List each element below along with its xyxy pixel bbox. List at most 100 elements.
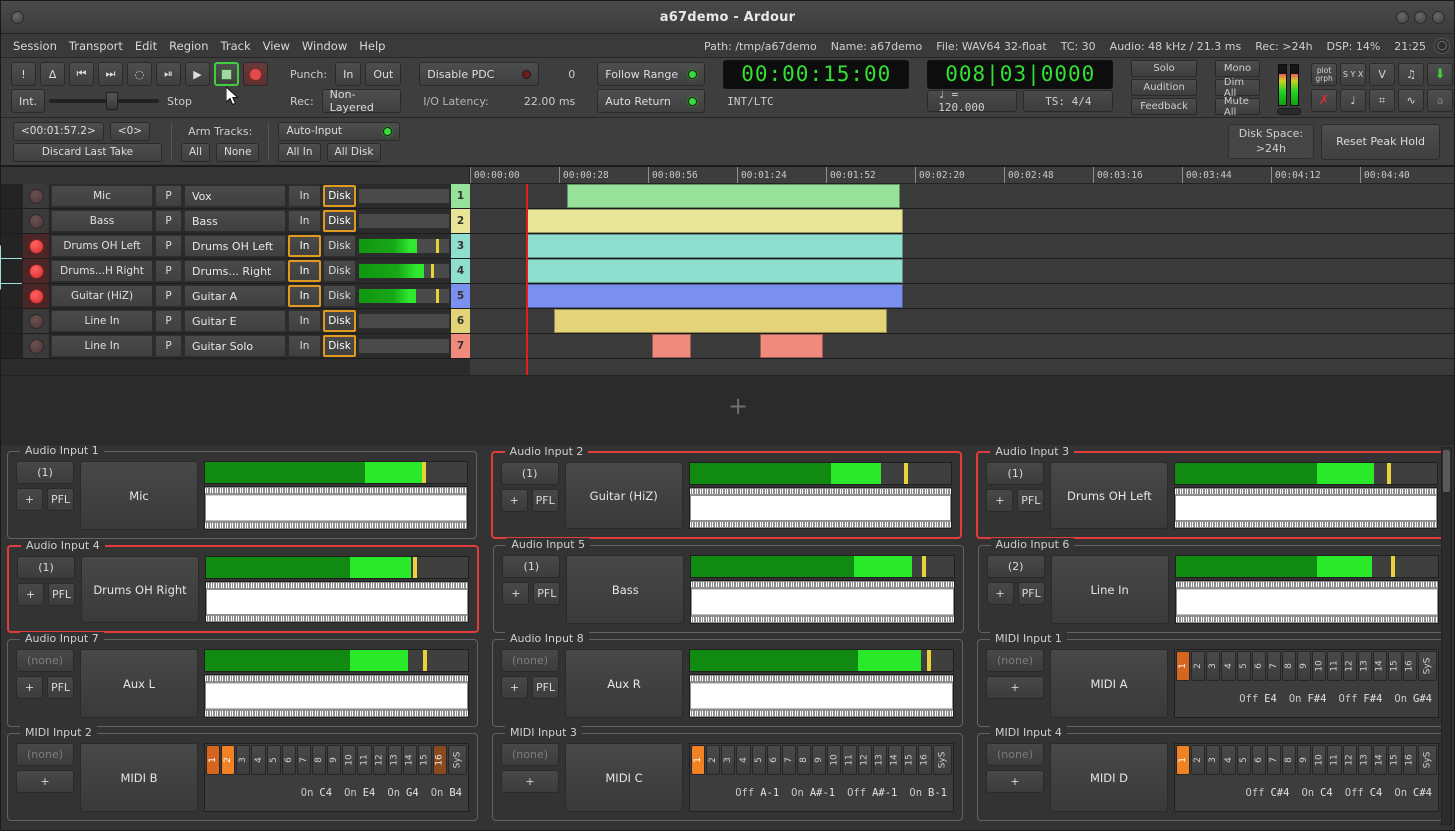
inputs-scrollbar[interactable] xyxy=(1441,447,1452,825)
track-input-button[interactable]: Guitar (HiZ) xyxy=(51,285,153,307)
track-name-label[interactable]: Vox xyxy=(184,185,286,207)
midi-channel-button[interactable]: 2 xyxy=(1191,651,1205,681)
go-to-end-button[interactable]: ⏭ xyxy=(98,62,123,86)
track-playlist-button[interactable]: P xyxy=(155,235,182,257)
midi-channel-button[interactable]: 7 xyxy=(1267,651,1281,681)
go-to-start-button[interactable]: ⏮ xyxy=(69,62,94,86)
menu-view[interactable]: View xyxy=(257,37,296,55)
track-input-button[interactable]: Drums...H Right xyxy=(51,260,153,282)
audio-input-add-button[interactable]: + xyxy=(16,488,43,511)
discard-last-take-button[interactable]: Discard Last Take xyxy=(13,143,162,162)
midi-channel-button[interactable]: 13 xyxy=(873,745,887,775)
track-name-label[interactable]: Guitar A xyxy=(184,285,286,307)
tempo-button[interactable]: ♩ = 120.000 xyxy=(927,90,1017,112)
midi-channel-button[interactable]: 9 xyxy=(1297,745,1311,775)
midi-channel-button[interactable]: SyS xyxy=(1418,651,1437,681)
midi-channel-button[interactable]: 11 xyxy=(842,745,856,775)
midi-input-channel-button[interactable]: (none) xyxy=(986,743,1044,766)
timecode-ruler[interactable]: 00:00:0000:00:2800:00:5600:01:2400:01:52… xyxy=(470,167,1454,184)
audio-input-add-button[interactable]: + xyxy=(987,582,1014,605)
midi-channel-button[interactable]: 3 xyxy=(1206,651,1220,681)
track-canvas-row[interactable] xyxy=(470,234,1454,259)
midi-channel-button[interactable]: 13 xyxy=(388,745,402,775)
midi-channel-button[interactable]: 11 xyxy=(357,745,371,775)
track-group-tab[interactable] xyxy=(1,309,23,333)
close-button[interactable] xyxy=(1432,11,1445,24)
midi-channel-button[interactable]: 10 xyxy=(1312,745,1326,775)
midi-channel-button[interactable]: 5 xyxy=(267,745,281,775)
audio-input-name[interactable]: Aux R xyxy=(565,649,683,718)
track-monitor-disk-button[interactable]: Disk xyxy=(323,210,356,232)
midi-channel-button[interactable]: 14 xyxy=(403,745,417,775)
midi-input-add-button[interactable]: + xyxy=(986,770,1044,793)
audio-input-pfl-button[interactable]: PFL xyxy=(533,582,560,605)
track-monitor-disk-button[interactable]: Disk xyxy=(323,310,356,332)
menu-region[interactable]: Region xyxy=(163,37,214,55)
audio-input-pfl-button[interactable]: PFL xyxy=(1017,489,1044,512)
disable-pdc-button[interactable]: Disable PDC xyxy=(419,62,539,86)
midi-channel-button[interactable]: 12 xyxy=(1343,651,1357,681)
midi-notes-button[interactable]: ♫ xyxy=(1398,63,1424,86)
audio-region[interactable] xyxy=(526,234,903,258)
audio-input-panel[interactable]: Audio Input 5(1)+PFLBass xyxy=(493,545,963,633)
track-record-arm-button[interactable] xyxy=(23,284,50,308)
audition-button[interactable]: Audition xyxy=(1131,79,1197,96)
track-group-tab[interactable] xyxy=(1,209,23,233)
midi-channel-button[interactable]: 5 xyxy=(752,745,766,775)
midi-channel-button[interactable]: 1 xyxy=(206,745,220,775)
audio-input-channel-button[interactable]: (none) xyxy=(501,649,559,672)
midi-input-name[interactable]: MIDI A xyxy=(1050,649,1168,718)
track-row[interactable]: Line InPGuitar EInDisk6 xyxy=(1,309,470,334)
track-monitor-disk-button[interactable]: Disk xyxy=(323,285,356,307)
midi-channel-button[interactable]: 6 xyxy=(1252,651,1266,681)
audio-input-channel-button[interactable]: (1) xyxy=(16,461,74,484)
midi-channel-button[interactable]: SyS xyxy=(448,745,467,775)
track-canvas[interactable] xyxy=(470,184,1454,375)
midi-channel-button[interactable]: 9 xyxy=(1297,651,1311,681)
midi-input-panel[interactable]: MIDI Input 3(none)+MIDI C123456789101112… xyxy=(492,733,963,821)
midi-channel-button[interactable]: SyS xyxy=(933,745,952,775)
audio-input-name[interactable]: Guitar (HiZ) xyxy=(565,462,683,529)
midi-channel-button[interactable]: 6 xyxy=(1252,745,1266,775)
midi-channel-button[interactable]: 10 xyxy=(827,745,841,775)
midi-channel-button[interactable]: 1 xyxy=(1176,651,1190,681)
feedback-button[interactable]: Feedback xyxy=(1131,98,1197,115)
play-range-button[interactable]: ⏯ xyxy=(156,62,181,86)
track-record-arm-button[interactable] xyxy=(23,184,50,208)
midi-channel-button[interactable]: 2 xyxy=(706,745,720,775)
mono-button[interactable]: Mono xyxy=(1215,60,1260,77)
snap-to-grid-button[interactable]: ⬇ xyxy=(1427,63,1453,86)
track-input-button[interactable]: Drums OH Left xyxy=(51,235,153,257)
dim-all-button[interactable]: Dim All xyxy=(1215,79,1260,96)
all-in-button[interactable]: All In xyxy=(278,143,320,162)
audio-input-name[interactable]: Bass xyxy=(566,555,684,624)
midi-channel-button[interactable]: 12 xyxy=(373,745,387,775)
audio-input-pfl-button[interactable]: PFL xyxy=(47,676,74,699)
playhead[interactable] xyxy=(526,184,528,375)
secondary-clock[interactable]: 008|03|0000 xyxy=(927,60,1113,89)
audio-input-name[interactable]: Aux L xyxy=(80,649,198,718)
track-monitor-disk-button[interactable]: Disk xyxy=(323,335,356,357)
audio-region[interactable] xyxy=(526,259,903,283)
midi-channel-button[interactable]: 12 xyxy=(858,745,872,775)
track-name-label[interactable]: Drums OH Left xyxy=(184,235,286,257)
audio-input-channel-button[interactable]: (1) xyxy=(17,556,75,579)
audio-input-channel-button[interactable]: (1) xyxy=(986,462,1044,485)
midi-channel-button[interactable]: 1 xyxy=(1176,745,1190,775)
midi-channel-button[interactable]: 9 xyxy=(327,745,341,775)
midi-channel-button[interactable]: 11 xyxy=(1327,651,1341,681)
midi-channel-button[interactable]: 2 xyxy=(1191,745,1205,775)
midi-channel-button[interactable]: 6 xyxy=(767,745,781,775)
audio-input-pfl-button[interactable]: PFL xyxy=(532,676,559,699)
track-monitor-input-button[interactable]: In xyxy=(288,335,321,357)
audio-input-add-button[interactable]: + xyxy=(501,676,528,699)
track-monitor-input-button[interactable]: In xyxy=(288,210,321,232)
menu-edit[interactable]: Edit xyxy=(129,37,163,55)
stretch-tool-button[interactable]: S Y X xyxy=(1340,63,1366,86)
track-playlist-button[interactable]: P xyxy=(155,285,182,307)
audio-input-pfl-button[interactable]: PFL xyxy=(1018,582,1045,605)
track-monitor-input-button[interactable]: In xyxy=(288,185,321,207)
midi-channel-button[interactable]: 4 xyxy=(736,745,750,775)
track-group-tab[interactable] xyxy=(1,259,23,283)
midi-channel-button[interactable]: 15 xyxy=(903,745,917,775)
